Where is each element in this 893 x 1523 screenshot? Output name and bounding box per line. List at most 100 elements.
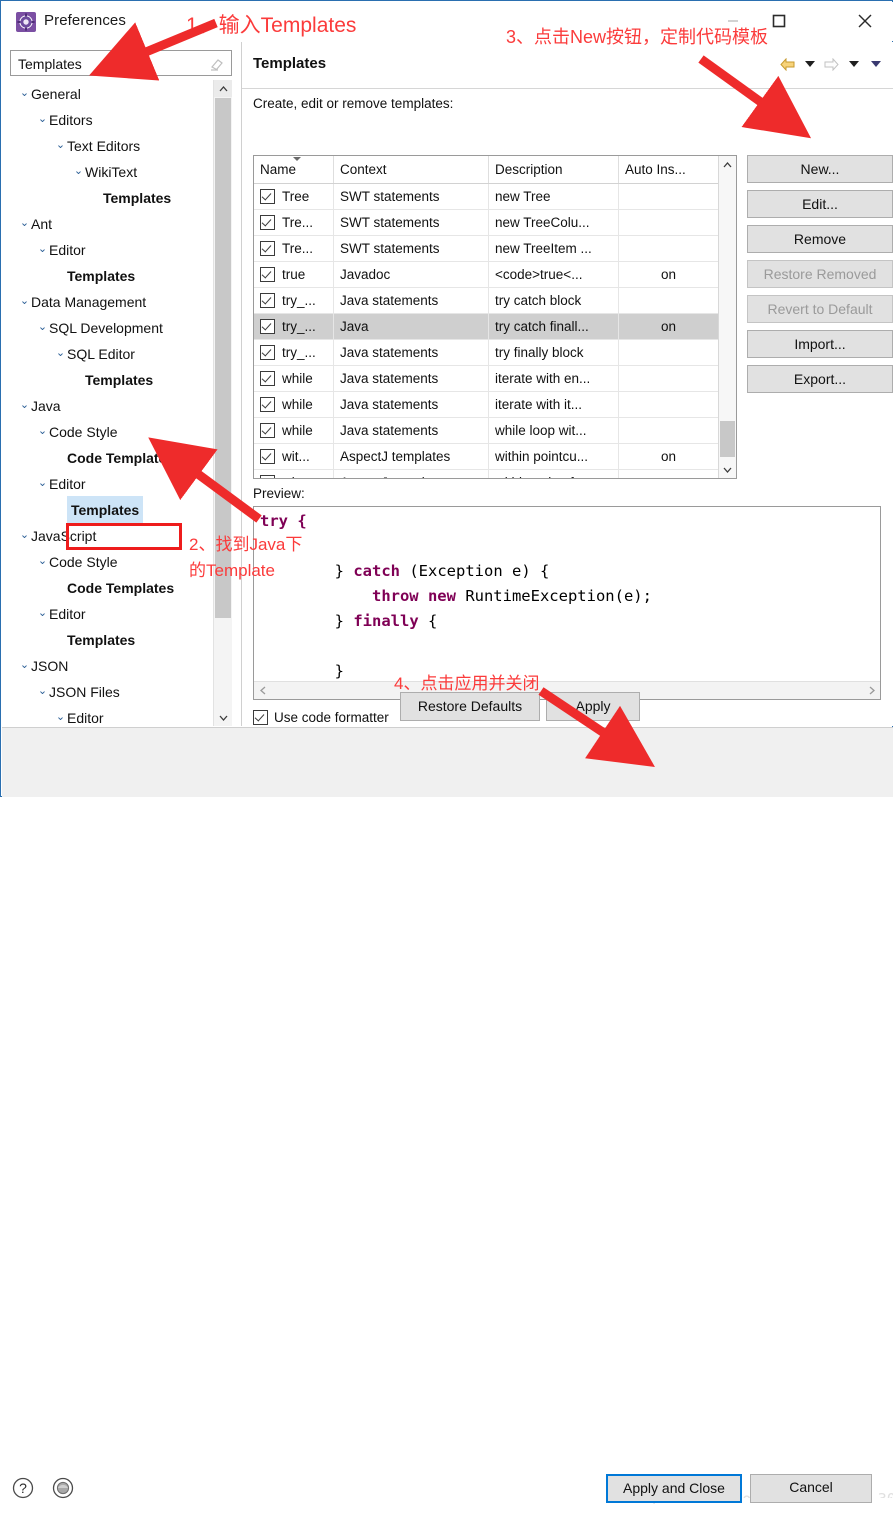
table-body[interactable]: Tree SWT statements new Tree Tre... SWT stat… xyxy=(254,184,720,478)
cell-name[interactable]: Tre... xyxy=(254,236,334,261)
scroll-up-icon[interactable] xyxy=(214,80,232,97)
restore-defaults-button[interactable]: Restore Defaults xyxy=(400,692,540,721)
table-row[interactable]: Tre... SWT statements new TreeItem ... xyxy=(254,236,720,262)
tree-item-code-style[interactable]: ⌄ Code Style xyxy=(10,418,212,444)
tree-item-templates[interactable]: Templates xyxy=(10,626,212,652)
row-checkbox[interactable] xyxy=(260,370,275,386)
import-button[interactable]: Import... xyxy=(747,330,893,358)
chevron-down-icon[interactable]: ⌄ xyxy=(54,340,67,366)
scrollbar-thumb[interactable] xyxy=(720,421,735,457)
chevron-down-icon[interactable]: ⌄ xyxy=(36,470,49,496)
scroll-down-icon[interactable] xyxy=(719,461,736,478)
row-checkbox[interactable] xyxy=(260,422,275,438)
apply-button[interactable]: Apply xyxy=(546,692,640,721)
view-menu-chevron-down-icon[interactable] xyxy=(866,55,885,73)
eraser-icon[interactable] xyxy=(209,56,225,72)
forward-arrow-icon[interactable] xyxy=(822,55,841,73)
row-checkbox[interactable] xyxy=(260,318,275,334)
column-header-description[interactable]: Description xyxy=(489,156,619,183)
tree-item-templates[interactable]: Templates xyxy=(10,366,212,392)
chevron-down-icon[interactable]: ⌄ xyxy=(18,652,31,678)
chevron-down-icon[interactable]: ⌄ xyxy=(18,80,31,106)
chevron-down-icon[interactable]: ⌄ xyxy=(18,522,31,548)
cell-name[interactable]: try_... xyxy=(254,314,334,339)
tree-item-java[interactable]: ⌄ Java xyxy=(10,392,212,418)
scroll-up-icon[interactable] xyxy=(719,156,736,173)
chevron-down-icon[interactable]: ⌄ xyxy=(36,600,49,626)
back-arrow-icon[interactable] xyxy=(778,55,797,73)
tree-item-editor[interactable]: ⌄ Editor xyxy=(10,600,212,626)
column-header-auto-ins-[interactable]: Auto Ins... xyxy=(619,156,718,183)
remove-button[interactable]: Remove xyxy=(747,225,893,253)
row-checkbox[interactable] xyxy=(260,188,275,204)
tree-item-editors[interactable]: ⌄ Editors xyxy=(10,106,212,132)
cell-name[interactable]: try_... xyxy=(254,288,334,313)
chevron-down-icon[interactable]: ⌄ xyxy=(54,132,67,158)
table-row[interactable]: wit... AspectJ templates within pointcu...… xyxy=(254,444,720,470)
table-row[interactable]: while Java statements iterate with it... xyxy=(254,392,720,418)
table-vertical-scrollbar[interactable] xyxy=(718,156,736,478)
tree-item-sql-development[interactable]: ⌄ SQL Development xyxy=(10,314,212,340)
tree-vertical-scrollbar[interactable] xyxy=(213,80,232,726)
close-button[interactable] xyxy=(842,2,888,40)
table-row[interactable]: wit... AspectJ templateswithincode of ...… xyxy=(254,470,720,478)
chevron-down-icon[interactable]: ⌄ xyxy=(36,678,49,704)
cell-name[interactable]: while xyxy=(254,418,334,443)
chevron-left-icon[interactable] xyxy=(254,682,271,699)
column-header-name[interactable]: Name xyxy=(254,156,334,183)
table-row[interactable]: try_... Java statements try catch block xyxy=(254,288,720,314)
apply-and-close-button[interactable]: Apply and Close xyxy=(606,1474,742,1503)
forward-menu-chevron-down-icon[interactable] xyxy=(844,55,863,73)
table-row[interactable]: try_... Java statements try finally block xyxy=(254,340,720,366)
chevron-down-icon[interactable]: ⌄ xyxy=(54,704,67,726)
use-code-formatter-checkbox[interactable]: Use code formatter xyxy=(253,709,389,726)
cancel-button[interactable]: Cancel xyxy=(750,1474,872,1503)
row-checkbox[interactable] xyxy=(260,396,275,412)
new-button[interactable]: New... xyxy=(747,155,893,183)
cell-name[interactable]: while xyxy=(254,392,334,417)
tree-item-templates[interactable]: Templates xyxy=(10,262,212,288)
preference-tree[interactable]: ⌄ General ⌄ Editors ⌄ Text Editors ⌄ WikiText Te… xyxy=(10,80,212,726)
tree-item-json-files[interactable]: ⌄ JSON Files xyxy=(10,678,212,704)
row-checkbox[interactable] xyxy=(260,474,275,478)
cell-name[interactable]: Tre... xyxy=(254,210,334,235)
table-row[interactable]: Tree SWT statements new Tree xyxy=(254,184,720,210)
cell-name[interactable]: true xyxy=(254,262,334,287)
chevron-down-icon[interactable]: ⌄ xyxy=(36,106,49,132)
cell-name[interactable]: try_... xyxy=(254,340,334,365)
back-menu-chevron-down-icon[interactable] xyxy=(800,55,819,73)
tree-item-general[interactable]: ⌄ General xyxy=(10,80,212,106)
chevron-down-icon[interactable]: ⌄ xyxy=(18,210,31,236)
chevron-right-icon[interactable] xyxy=(863,682,880,699)
chevron-down-icon[interactable]: ⌄ xyxy=(36,548,49,574)
row-checkbox[interactable] xyxy=(260,240,275,256)
row-checkbox[interactable] xyxy=(260,214,275,230)
tree-item-code-templates[interactable]: Code Templates xyxy=(10,444,212,470)
table-row[interactable]: try_... Java try catch finall... on xyxy=(254,314,720,340)
table-row[interactable]: while Java statements while loop wit... xyxy=(254,418,720,444)
tree-item-text-editors[interactable]: ⌄ Text Editors xyxy=(10,132,212,158)
row-checkbox[interactable] xyxy=(260,266,275,282)
tree-item-templates[interactable]: Templates xyxy=(10,496,212,524)
filter-text-box[interactable] xyxy=(10,50,232,76)
chevron-down-icon[interactable]: ⌄ xyxy=(18,288,31,314)
tree-item-editor[interactable]: ⌄ Editor xyxy=(10,236,212,262)
tree-item-ant[interactable]: ⌄ Ant xyxy=(10,210,212,236)
scroll-down-icon[interactable] xyxy=(214,709,232,726)
chevron-down-icon[interactable]: ⌄ xyxy=(36,236,49,262)
shell-circle-icon[interactable] xyxy=(51,1476,75,1500)
row-checkbox[interactable] xyxy=(260,344,275,360)
tree-item-wikitext[interactable]: ⌄ WikiText xyxy=(10,158,212,184)
row-checkbox[interactable] xyxy=(260,448,275,464)
cell-name[interactable]: while xyxy=(254,366,334,391)
table-row[interactable]: while Java statements iterate with en... xyxy=(254,366,720,392)
search-input[interactable] xyxy=(18,54,188,73)
export-button[interactable]: Export... xyxy=(747,365,893,393)
tree-item-editor[interactable]: ⌄ Editor xyxy=(10,470,212,496)
chevron-down-icon[interactable]: ⌄ xyxy=(36,314,49,340)
help-question-icon[interactable]: ? xyxy=(11,1476,35,1500)
cell-name[interactable]: wit... xyxy=(254,444,334,469)
column-header-context[interactable]: Context xyxy=(334,156,489,183)
table-row[interactable]: true Javadoc <code>true<... on xyxy=(254,262,720,288)
chevron-down-icon[interactable]: ⌄ xyxy=(18,392,31,418)
